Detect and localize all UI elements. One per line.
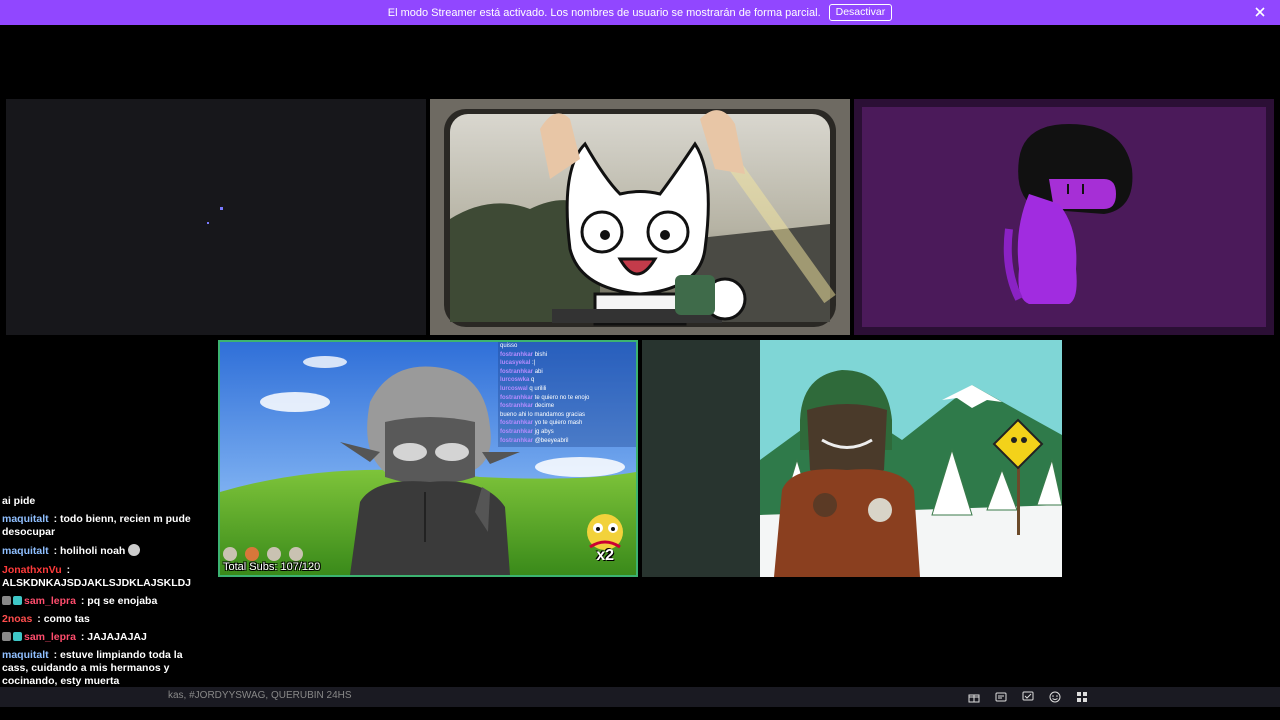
chat-message-text: pq se enojaba bbox=[87, 594, 158, 607]
grid-icon[interactable] bbox=[1074, 689, 1090, 705]
chat-message: maquitalt : estuve limpiando toda la cas… bbox=[2, 649, 183, 688]
emote-icon bbox=[128, 544, 141, 557]
overlay-chat: quisso fostranhkar bishi lucasyekal :| f… bbox=[500, 342, 636, 447]
overlay-chat-line: quisso bbox=[500, 343, 518, 349]
chat-username[interactable]: maquitalt bbox=[2, 513, 49, 525]
stream-tile-4[interactable]: quisso fostranhkar bishi lucasyekal :| f… bbox=[218, 340, 638, 577]
chat-message-text: JAJAJAJAJ bbox=[87, 631, 147, 643]
sub-badge-icon bbox=[13, 595, 22, 605]
chat-message: ai pide bbox=[2, 495, 202, 508]
chat-username[interactable]: sam_lepra bbox=[24, 631, 76, 643]
chat-message-text: holiholi noah bbox=[60, 545, 126, 558]
subs-counter: Total Subs: 107/120 bbox=[223, 561, 321, 573]
chat-username[interactable]: JonathxnVu bbox=[2, 564, 62, 576]
card-icon[interactable] bbox=[993, 689, 1009, 705]
stream-tile-2[interactable] bbox=[430, 99, 850, 335]
overlay-chat-line: fostranhkar yo te quiero mash bbox=[500, 420, 583, 427]
stream-title-marquee: kas, #JORDYYSWAG, QUERUBIN 24HS bbox=[168, 690, 352, 701]
chat-message: 2noas : como tas bbox=[2, 612, 90, 625]
chat-log: ai pide maquitalt : todo bienn, recien m… bbox=[2, 495, 202, 694]
chat-message-text: ALSKDNKAJSDJAKLSJDKLAJSKLDJ bbox=[2, 576, 192, 589]
overlay-chat-line: fostranhkar te quiero no te enojo bbox=[500, 394, 590, 401]
banner-message: El modo Streamer está activado. Los nomb… bbox=[387, 6, 821, 19]
stream-tile-1[interactable] bbox=[6, 99, 426, 335]
overlay-chat-line: fostranhkar bishi bbox=[500, 351, 548, 358]
chat-message: maquitalt : todo bienn, recien m pude de… bbox=[2, 513, 191, 539]
bottom-actions bbox=[966, 689, 1090, 705]
overlay-chat-line: fostranhkar jg abys bbox=[500, 428, 554, 435]
deactivate-button[interactable]: Desactivar bbox=[828, 4, 893, 21]
gift-icon[interactable] bbox=[966, 689, 982, 705]
chat-username[interactable]: maquitalt bbox=[2, 545, 49, 557]
chat-message-text: como tas bbox=[43, 612, 90, 625]
overlay-chat-line: fostranhkar @beeyeabril bbox=[500, 437, 569, 444]
chat-message: sam_lepra : JAJAJAJAJ bbox=[2, 631, 202, 644]
overlay-chat-line: fostranhkar abi bbox=[500, 368, 543, 375]
close-icon[interactable] bbox=[1252, 4, 1268, 20]
sub-badge-icon bbox=[13, 632, 22, 641]
chat-username[interactable]: 2noas bbox=[2, 613, 32, 625]
chat-message-text: ai pide bbox=[2, 495, 36, 507]
overlay-chat-line: fostranhkar decime bbox=[500, 403, 555, 410]
overlay-chat-line: bueno ahi lo mandamos gracias bbox=[500, 411, 586, 418]
chat-username[interactable]: maquitalt bbox=[2, 649, 49, 661]
badge-icon bbox=[2, 632, 11, 641]
chat-message: JonathxnVu : ALSKDNKAJSDJAKLSJDKLAJSKLDJ bbox=[2, 563, 192, 589]
bottom-bar: kas, #JORDYYSWAG, QUERUBIN 24HS bbox=[0, 687, 1280, 707]
multiplier-badge: x2 bbox=[596, 547, 614, 564]
chat-message: sam_lepra : pq se enojaba bbox=[2, 595, 202, 608]
streamer-mode-banner: El modo Streamer está activado. Los nomb… bbox=[0, 0, 1280, 25]
stream-tile-5[interactable] bbox=[642, 340, 1062, 577]
chat-check-icon[interactable] bbox=[1020, 689, 1036, 705]
badge-icon bbox=[2, 595, 11, 605]
overlay-chat-line: lurcoswal q urilili bbox=[500, 385, 547, 392]
overlay-chat-line: lucasyekal :| bbox=[500, 360, 536, 367]
chat-message: maquitalt : holiholi noah bbox=[2, 544, 202, 558]
chat-username[interactable]: sam_lepra bbox=[24, 595, 76, 607]
stream-tile-3[interactable] bbox=[854, 99, 1274, 335]
emote-icon[interactable] bbox=[1047, 689, 1063, 705]
overlay-chat-line: lurcoswka q bbox=[500, 377, 535, 384]
